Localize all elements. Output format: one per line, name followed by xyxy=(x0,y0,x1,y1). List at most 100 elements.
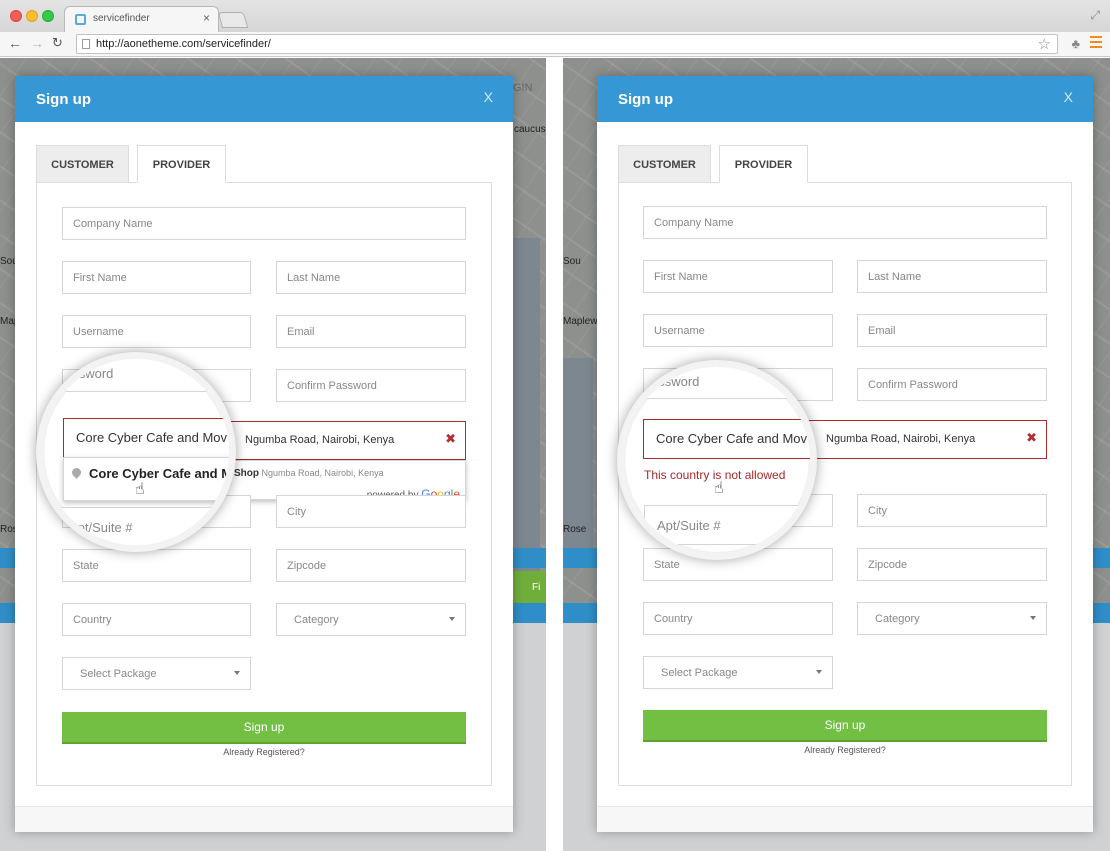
tab-provider[interactable]: PROVIDER xyxy=(719,145,808,183)
chevron-down-icon xyxy=(449,617,455,621)
menu-icon[interactable] xyxy=(1090,36,1102,48)
first-name-field[interactable]: First Name xyxy=(643,260,833,293)
extension-icon[interactable]: ♣ xyxy=(1071,36,1080,51)
last-name-placeholder: Last Name xyxy=(287,272,341,284)
already-registered-link[interactable]: Already Registered? xyxy=(643,745,1047,755)
fullscreen-icon[interactable]: ⤢ xyxy=(1090,8,1100,23)
chevron-down-icon xyxy=(816,670,822,674)
forward-icon[interactable]: → xyxy=(30,35,44,51)
company-name-field[interactable]: Company Name xyxy=(62,207,466,240)
back-icon[interactable]: ← xyxy=(8,35,22,51)
country-field[interactable]: Country xyxy=(62,603,251,636)
suggestion-secondary-bold: Shop xyxy=(234,468,259,479)
tab-customer[interactable]: CUSTOMER xyxy=(618,145,711,183)
magnified-view: assword Core Cyber Cafe and Mov This cou… xyxy=(624,367,810,553)
select-package-select[interactable]: Select Package xyxy=(643,656,833,689)
magnified-suggestion-text: Core Cyber Cafe and M xyxy=(89,466,233,481)
confirm-password-placeholder: Confirm Password xyxy=(868,379,958,391)
email-field[interactable]: Email xyxy=(857,314,1047,347)
first-name-field[interactable]: First Name xyxy=(62,261,251,294)
state-field[interactable]: State xyxy=(62,549,251,582)
close-window-button[interactable] xyxy=(10,10,22,22)
country-field[interactable]: Country xyxy=(643,602,833,635)
screenshot-root: servicefinder × ⤢ ← → ↻ http://aonetheme… xyxy=(0,0,1110,851)
username-field[interactable]: Username xyxy=(62,315,251,348)
state-placeholder: State xyxy=(73,560,99,572)
last-name-field[interactable]: Last Name xyxy=(857,260,1047,293)
hand-cursor-icon: ☝ xyxy=(135,481,145,498)
signup-button[interactable]: Sign up xyxy=(643,710,1047,742)
magnified-apt-placeholder: Apt/Suite # xyxy=(657,518,721,533)
tab-title: servicefinder xyxy=(93,13,150,24)
magnified-view: assword Core Cyber Cafe and Mov Core Cyb… xyxy=(43,359,233,545)
page-icon xyxy=(82,39,90,49)
new-tab-button[interactable] xyxy=(217,12,249,28)
right-panel: Maplewo Sou Rose Sign up X CUSTOMER PROV… xyxy=(563,58,1110,851)
magnified-address-field: Core Cyber Cafe and Mov xyxy=(643,419,810,459)
url-text: http://aonetheme.com/servicefinder/ xyxy=(96,38,271,50)
magnified-apt-field: Apt/Suite # xyxy=(644,505,810,545)
map-label: Sou xyxy=(563,256,581,267)
address-bar[interactable]: http://aonetheme.com/servicefinder/ ☆ xyxy=(76,34,1058,54)
close-icon[interactable]: X xyxy=(484,89,493,105)
modal-footer xyxy=(597,807,1093,832)
close-icon[interactable]: X xyxy=(1064,89,1073,105)
maximize-window-button[interactable] xyxy=(42,10,54,22)
minimize-window-button[interactable] xyxy=(26,10,38,22)
already-registered-link[interactable]: Already Registered? xyxy=(62,747,466,757)
confirm-password-field[interactable]: Confirm Password xyxy=(276,369,466,402)
category-select[interactable]: Category xyxy=(276,603,466,636)
category-placeholder: Category xyxy=(294,614,339,626)
email-placeholder: Email xyxy=(287,326,315,338)
modal-header: Sign up X xyxy=(597,76,1093,122)
tab-customer[interactable]: CUSTOMER xyxy=(36,145,129,183)
select-package-placeholder: Select Package xyxy=(80,668,157,680)
magnified-suggestion: Core Cyber Cafe and M xyxy=(63,457,233,501)
left-panel: GIN caucus Sou Maplew Rose Fi Sign up X … xyxy=(0,58,546,851)
map-label: caucus xyxy=(514,124,546,135)
company-name-placeholder: Company Name xyxy=(654,217,734,229)
confirm-password-placeholder: Confirm Password xyxy=(287,380,377,392)
select-package-select[interactable]: Select Package xyxy=(62,657,251,690)
category-select[interactable]: Category xyxy=(857,602,1047,635)
modal-title: Sign up xyxy=(36,91,91,108)
zipcode-field[interactable]: Zipcode xyxy=(276,549,466,582)
tab-close-icon[interactable]: × xyxy=(203,11,210,25)
company-name-field[interactable]: Company Name xyxy=(643,206,1047,239)
address-value-end: Ngumba Road, Nairobi, Kenya xyxy=(245,434,395,446)
zipcode-placeholder: Zipcode xyxy=(287,560,327,572)
signup-button[interactable]: Sign up xyxy=(62,712,466,744)
magnified-address-value: Core Cyber Cafe and Mov xyxy=(656,431,808,446)
city-placeholder: City xyxy=(287,506,306,518)
magnified-apt-placeholder: Apt/Suite # xyxy=(69,520,133,535)
company-name-placeholder: Company Name xyxy=(73,218,153,230)
hand-cursor-icon: ☝ xyxy=(714,480,724,497)
star-icon[interactable]: ☆ xyxy=(1038,35,1051,53)
modal-header: Sign up X xyxy=(15,76,513,122)
magnifier-lens: assword Core Cyber Cafe and Mov This cou… xyxy=(617,360,817,560)
confirm-password-field[interactable]: Confirm Password xyxy=(857,368,1047,401)
browser-tab-bar: servicefinder × ⤢ xyxy=(0,0,1110,32)
city-field[interactable]: City xyxy=(276,495,466,528)
map-label: Rose xyxy=(563,524,587,535)
magnifier-lens: assword Core Cyber Cafe and Mov Core Cyb… xyxy=(36,352,236,552)
clear-address-icon[interactable]: ✖ xyxy=(445,431,456,447)
browser-tab[interactable]: servicefinder × xyxy=(64,6,219,32)
zipcode-field[interactable]: Zipcode xyxy=(857,548,1047,581)
magnified-address-value: Core Cyber Cafe and Mov xyxy=(76,430,228,445)
reload-icon[interactable]: ↻ xyxy=(52,35,63,51)
background-green-button xyxy=(513,571,546,603)
email-field[interactable]: Email xyxy=(276,315,466,348)
magnified-address-field: Core Cyber Cafe and Mov xyxy=(63,418,229,458)
panel-divider xyxy=(546,58,563,851)
city-placeholder: City xyxy=(868,505,887,517)
modal-footer xyxy=(15,807,513,832)
city-field[interactable]: City xyxy=(857,494,1047,527)
last-name-field[interactable]: Last Name xyxy=(276,261,466,294)
clear-address-icon[interactable]: ✖ xyxy=(1026,430,1037,446)
location-pin-icon xyxy=(70,466,83,479)
address-value-end: Ngumba Road, Nairobi, Kenya xyxy=(826,433,976,445)
chevron-down-icon xyxy=(1030,616,1036,620)
tab-provider[interactable]: PROVIDER xyxy=(137,145,226,183)
username-field[interactable]: Username xyxy=(643,314,833,347)
